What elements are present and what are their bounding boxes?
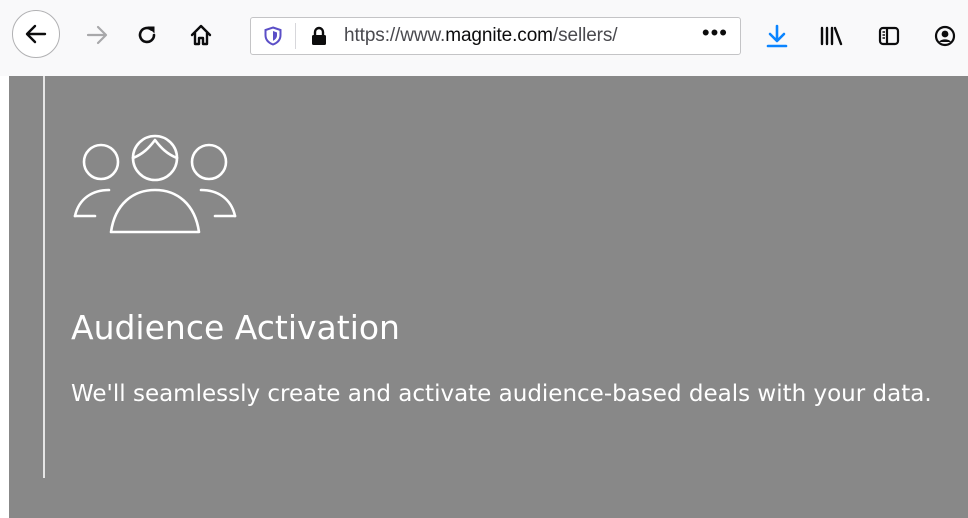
page-actions-button[interactable]: •••	[702, 20, 728, 46]
sidebar-button[interactable]	[872, 19, 906, 53]
library-button[interactable]	[814, 19, 848, 53]
feature-description: We'll seamlessly create and activate aud…	[71, 381, 932, 407]
url-domain: magnite.com	[445, 25, 553, 46]
page-content: Audience Activation We'll seamlessly cre…	[9, 76, 968, 518]
sidebar-icon	[878, 26, 900, 46]
home-button[interactable]	[184, 18, 218, 52]
shield-icon[interactable]	[263, 26, 283, 46]
feature-title: Audience Activation	[71, 308, 400, 347]
account-icon	[934, 25, 956, 47]
library-icon	[820, 26, 843, 46]
account-button[interactable]	[928, 19, 962, 53]
url-text[interactable]: https://www.magnite.com/sellers/	[344, 25, 618, 47]
browser-toolbar: https://www.magnite.com/sellers/ •••	[0, 0, 968, 76]
reload-icon	[138, 26, 156, 44]
people-group-icon	[73, 134, 237, 234]
url-path: /sellers/	[552, 25, 618, 46]
url-separator	[295, 23, 296, 49]
url-bar[interactable]: https://www.magnite.com/sellers/ •••	[250, 17, 741, 55]
url-prefix: https://www.	[344, 25, 446, 46]
vertical-divider	[43, 76, 45, 478]
arrow-right-icon	[86, 25, 108, 45]
forward-button[interactable]	[80, 18, 114, 52]
back-button[interactable]	[12, 10, 60, 58]
home-icon	[190, 24, 212, 46]
download-icon	[766, 24, 788, 48]
reload-button[interactable]	[130, 18, 164, 52]
arrow-left-icon	[25, 24, 47, 44]
downloads-button[interactable]	[760, 19, 794, 53]
lock-icon[interactable]	[310, 26, 328, 46]
